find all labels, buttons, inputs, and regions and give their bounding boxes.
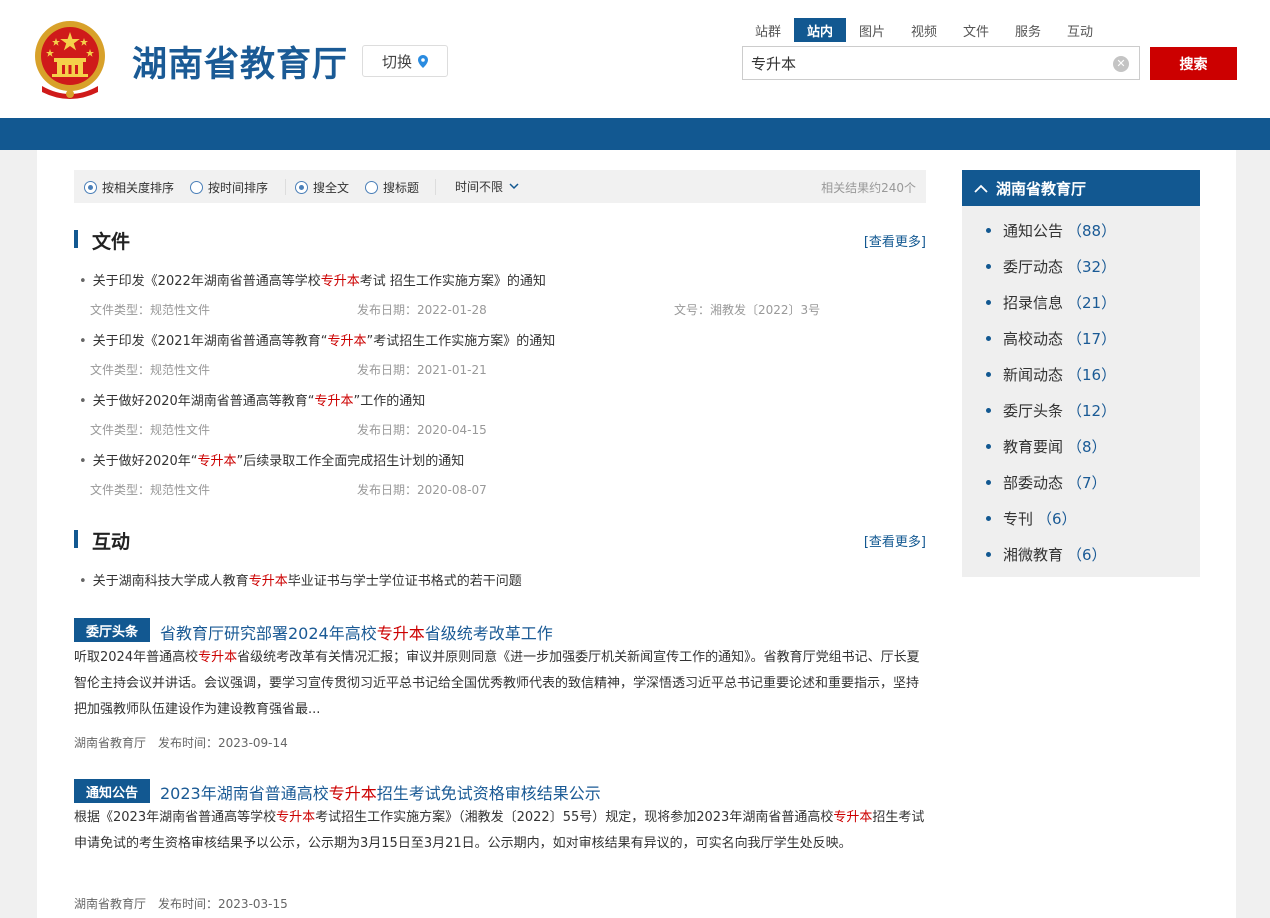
- file-item-title[interactable]: 关于做好2020年湖南省普通高等教育“专升本”工作的通知: [79, 390, 426, 409]
- main-content: 按相关度排序 按时间排序 搜全文 搜标题 时间不限 相关结果约240个 文件 […: [37, 150, 1236, 918]
- sidebar-item[interactable]: 委厅头条 （12）: [986, 400, 1116, 421]
- file-date: 发布日期：2022-01-28: [357, 303, 487, 317]
- scope-tab-images[interactable]: 图片: [846, 18, 898, 42]
- chevron-up-icon: [974, 184, 988, 193]
- news-summary: 听取2024年普通高校专升本省级统考改革有关情况汇报；审议并原则同意《进一步加强…: [74, 650, 920, 717]
- interaction-more-link[interactable]: [查看更多]: [864, 531, 926, 550]
- time-range-dropdown[interactable]: 时间不限: [455, 178, 519, 195]
- file-docno: 文号：湘教发〔2022〕3号: [674, 303, 821, 317]
- search-input[interactable]: [751, 47, 1101, 79]
- divider: [285, 179, 286, 195]
- file-date: 发布日期：2020-04-15: [357, 423, 487, 437]
- file-type: 文件类型：规范性文件: [90, 423, 211, 437]
- scope-fulltext-radio[interactable]: 搜全文: [295, 179, 349, 196]
- scope-tab-services[interactable]: 服务: [1002, 18, 1054, 42]
- time-range-label: 时间不限: [455, 180, 504, 194]
- news-meta: 湖南省教育厅 发布时间：2023-03-15: [74, 895, 288, 912]
- sidebar-item[interactable]: 湘微教育 （6）: [986, 544, 1107, 565]
- scope-tab-zhannei[interactable]: 站内: [794, 18, 846, 42]
- radio-checked-icon: [84, 181, 97, 194]
- search-box: ✕: [742, 46, 1140, 80]
- bullet-icon: [986, 228, 991, 233]
- scope-tab-interaction[interactable]: 互动: [1054, 18, 1106, 42]
- sidebar-item[interactable]: 专刊 （6）: [986, 508, 1077, 529]
- bullet-icon: [986, 408, 991, 413]
- news-title[interactable]: 省教育厅研究部署2024年高校专升本省级统考改革工作: [160, 620, 553, 644]
- bullet-icon: [986, 264, 991, 269]
- clear-search-icon[interactable]: ✕: [1113, 56, 1129, 72]
- section-marker: [74, 530, 78, 548]
- scope-tab-files[interactable]: 文件: [950, 18, 1002, 42]
- news-summary: 根据《2023年湖南省普通高等学校专升本考试招生工作实施方案》（湘教发〔2022…: [74, 810, 925, 851]
- switch-site-button[interactable]: 切换: [362, 45, 448, 77]
- bullet-icon: [986, 372, 991, 377]
- news-category-tag[interactable]: 委厅头条: [74, 618, 150, 642]
- file-item-title[interactable]: 关于印发《2022年湖南省普通高等学校专升本考试 招生工作实施方案》的通知: [79, 270, 546, 289]
- file-item-title[interactable]: 关于做好2020年“专升本”后续录取工作全面完成招生计划的通知: [79, 450, 465, 469]
- radio-checked-icon: [295, 181, 308, 194]
- interaction-section-header: 互动 [查看更多]: [74, 527, 926, 553]
- site-title[interactable]: 湖南省教育厅: [132, 36, 348, 87]
- scope-tab-zhanqun[interactable]: 站群: [742, 18, 794, 42]
- bullet-icon: [986, 516, 991, 521]
- result-count: 相关结果约240个: [821, 181, 916, 195]
- radio-unchecked-icon: [365, 181, 378, 194]
- interaction-item-title[interactable]: 关于湖南科技大学成人教育专升本毕业证书与学士学位证书格式的若干问题: [79, 570, 522, 589]
- sidebar-item[interactable]: 高校动态 （17）: [986, 328, 1116, 349]
- file-type: 文件类型：规范性文件: [90, 363, 211, 377]
- interaction-section-title: 互动: [92, 531, 131, 553]
- news-source: 湖南省教育厅: [74, 736, 147, 750]
- news-title[interactable]: 2023年湖南省普通高校专升本招生考试免试资格审核结果公示: [160, 780, 601, 804]
- bullet-icon: [986, 552, 991, 557]
- radio-unchecked-icon: [190, 181, 203, 194]
- sidebar-item[interactable]: 教育要闻 （8）: [986, 436, 1107, 457]
- national-emblem-logo: [35, 21, 105, 99]
- sidebar-title: 湖南省教育厅: [996, 179, 1087, 198]
- file-type: 文件类型：规范性文件: [90, 483, 211, 497]
- chevron-down-icon: [509, 183, 519, 190]
- sidebar-item[interactable]: 委厅动态 （32）: [986, 256, 1116, 277]
- scope-title-radio[interactable]: 搜标题: [365, 179, 419, 196]
- files-section-header: 文件 [查看更多]: [74, 227, 926, 253]
- switch-label: 切换: [381, 52, 412, 71]
- file-date: 发布日期：2021-01-21: [357, 363, 487, 377]
- file-date: 发布日期：2020-08-07: [357, 483, 487, 497]
- news-time: 发布时间：2023-09-14: [158, 736, 288, 750]
- bullet-icon: [986, 336, 991, 341]
- map-pin-icon: [418, 54, 428, 68]
- sidebar-item[interactable]: 通知公告 （88）: [986, 220, 1116, 241]
- sort-time-label: 按时间排序: [208, 181, 269, 195]
- files-section-title: 文件: [92, 231, 131, 253]
- scope-tab-videos[interactable]: 视频: [898, 18, 950, 42]
- file-type: 文件类型：规范性文件: [90, 303, 211, 317]
- nav-band: [0, 118, 1270, 150]
- scope-fulltext-label: 搜全文: [313, 181, 350, 195]
- sort-relevance-label: 按相关度排序: [102, 181, 175, 195]
- bullet-icon: [986, 444, 991, 449]
- news-time: 发布时间：2023-03-15: [158, 897, 288, 911]
- sidebar-item[interactable]: 新闻动态 （16）: [986, 364, 1116, 385]
- bullet-icon: [986, 480, 991, 485]
- filter-bar: 按相关度排序 按时间排序 搜全文 搜标题 时间不限 相关结果约240个: [74, 170, 926, 203]
- news-category-tag[interactable]: 通知公告: [74, 779, 150, 803]
- sidebar-item[interactable]: 部委动态 （7）: [986, 472, 1107, 493]
- scope-title-label: 搜标题: [383, 181, 420, 195]
- category-sidebar: 湖南省教育厅 通知公告 （88） 委厅动态 （32） 招录信息 （21） 高校动态 （1…: [962, 170, 1200, 577]
- sort-relevance-radio[interactable]: 按相关度排序: [84, 179, 174, 196]
- bullet-icon: [986, 300, 991, 305]
- news-source: 湖南省教育厅: [74, 897, 147, 911]
- divider: [435, 179, 436, 195]
- sort-time-radio[interactable]: 按时间排序: [190, 179, 268, 196]
- sidebar-header[interactable]: 湖南省教育厅: [962, 170, 1200, 206]
- site-header: 湖南省教育厅 切换 站群 站内 图片 视频 文件 服务 互动 ✕ 搜索: [0, 0, 1270, 118]
- news-meta: 湖南省教育厅 发布时间：2023-09-14: [74, 734, 288, 751]
- search-scope-tabs: 站群 站内 图片 视频 文件 服务 互动: [742, 18, 1106, 42]
- section-marker: [74, 230, 78, 248]
- files-more-link[interactable]: [查看更多]: [864, 231, 926, 250]
- file-item-title[interactable]: 关于印发《2021年湖南省普通高等教育“专升本”考试招生工作实施方案》的通知: [79, 330, 556, 349]
- search-button[interactable]: 搜索: [1150, 47, 1237, 80]
- sidebar-item[interactable]: 招录信息 （21）: [986, 292, 1116, 313]
